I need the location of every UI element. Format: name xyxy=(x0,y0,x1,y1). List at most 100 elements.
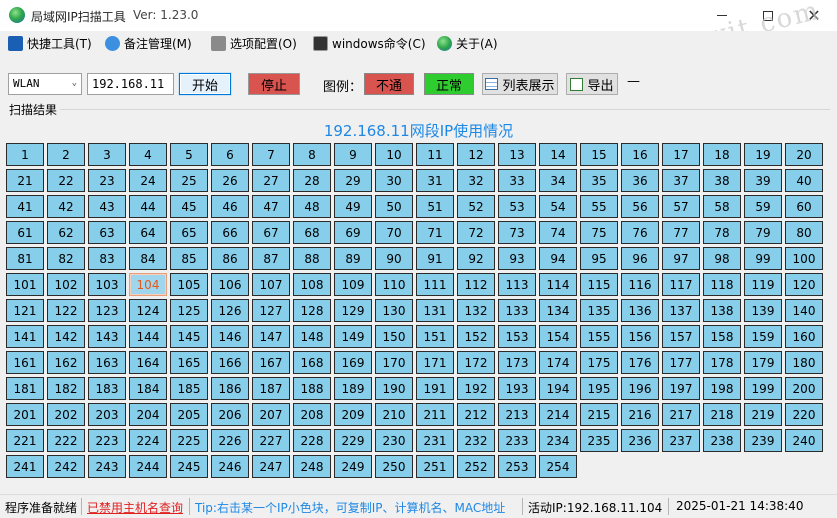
ip-cell[interactable]: 105 xyxy=(170,273,208,296)
ip-cell[interactable]: 239 xyxy=(744,429,782,452)
ip-cell[interactable]: 241 xyxy=(6,455,44,478)
ip-cell[interactable]: 172 xyxy=(457,351,495,374)
ip-cell[interactable]: 134 xyxy=(539,299,577,322)
ip-cell[interactable]: 12 xyxy=(457,143,495,166)
ip-cell[interactable]: 235 xyxy=(580,429,618,452)
ip-cell[interactable]: 79 xyxy=(744,221,782,244)
ip-cell[interactable]: 193 xyxy=(498,377,536,400)
ip-cell[interactable]: 223 xyxy=(88,429,126,452)
ip-cell[interactable]: 161 xyxy=(6,351,44,374)
ip-cell[interactable]: 121 xyxy=(6,299,44,322)
ip-cell[interactable]: 174 xyxy=(539,351,577,374)
ip-cell[interactable]: 157 xyxy=(662,325,700,348)
ip-cell[interactable]: 98 xyxy=(703,247,741,270)
ip-cell[interactable]: 251 xyxy=(416,455,454,478)
ip-cell[interactable]: 243 xyxy=(88,455,126,478)
ip-cell[interactable]: 194 xyxy=(539,377,577,400)
ip-cell[interactable]: 196 xyxy=(621,377,659,400)
ip-cell[interactable]: 133 xyxy=(498,299,536,322)
ip-cell[interactable]: 140 xyxy=(785,299,823,322)
ip-cell[interactable]: 87 xyxy=(252,247,290,270)
ip-cell[interactable]: 45 xyxy=(170,195,208,218)
ip-cell[interactable]: 247 xyxy=(252,455,290,478)
ip-cell[interactable]: 36 xyxy=(621,169,659,192)
ip-cell[interactable]: 203 xyxy=(88,403,126,426)
ip-cell[interactable]: 182 xyxy=(47,377,85,400)
ip-cell[interactable]: 170 xyxy=(375,351,413,374)
ip-cell[interactable]: 123 xyxy=(88,299,126,322)
ip-cell[interactable]: 166 xyxy=(211,351,249,374)
network-interface-select[interactable]: WLAN ⌄ xyxy=(8,73,82,95)
ip-cell[interactable]: 21 xyxy=(6,169,44,192)
ip-cell[interactable]: 128 xyxy=(293,299,331,322)
ip-cell[interactable]: 124 xyxy=(129,299,167,322)
ip-cell[interactable]: 231 xyxy=(416,429,454,452)
ip-cell[interactable]: 252 xyxy=(457,455,495,478)
ip-cell[interactable]: 214 xyxy=(539,403,577,426)
ip-cell[interactable]: 32 xyxy=(457,169,495,192)
ip-cell[interactable]: 158 xyxy=(703,325,741,348)
ip-cell[interactable]: 162 xyxy=(47,351,85,374)
ip-cell[interactable]: 195 xyxy=(580,377,618,400)
ip-cell[interactable]: 208 xyxy=(293,403,331,426)
ip-cell[interactable]: 163 xyxy=(88,351,126,374)
ip-cell[interactable]: 54 xyxy=(539,195,577,218)
ip-cell[interactable]: 33 xyxy=(498,169,536,192)
ip-cell[interactable]: 94 xyxy=(539,247,577,270)
ip-cell[interactable]: 6 xyxy=(211,143,249,166)
list-view-button[interactable]: 列表展示 xyxy=(482,73,558,95)
ip-cell[interactable]: 70 xyxy=(375,221,413,244)
ip-cell[interactable]: 248 xyxy=(293,455,331,478)
ip-cell[interactable]: 5 xyxy=(170,143,208,166)
ip-cell[interactable]: 30 xyxy=(375,169,413,192)
ip-cell[interactable]: 31 xyxy=(416,169,454,192)
ip-cell[interactable]: 138 xyxy=(703,299,741,322)
ip-cell[interactable]: 93 xyxy=(498,247,536,270)
ip-cell[interactable]: 117 xyxy=(662,273,700,296)
ip-cell[interactable]: 226 xyxy=(211,429,249,452)
ip-cell[interactable]: 78 xyxy=(703,221,741,244)
ip-cell[interactable]: 96 xyxy=(621,247,659,270)
ip-cell[interactable]: 28 xyxy=(293,169,331,192)
ip-cell[interactable]: 116 xyxy=(621,273,659,296)
ip-cell[interactable]: 118 xyxy=(703,273,741,296)
ip-cell[interactable]: 88 xyxy=(293,247,331,270)
ip-cell[interactable]: 73 xyxy=(498,221,536,244)
ip-cell[interactable]: 51 xyxy=(416,195,454,218)
ip-cell[interactable]: 146 xyxy=(211,325,249,348)
ip-cell[interactable]: 4 xyxy=(129,143,167,166)
ip-cell[interactable]: 53 xyxy=(498,195,536,218)
ip-cell[interactable]: 35 xyxy=(580,169,618,192)
ip-cell[interactable]: 232 xyxy=(457,429,495,452)
ip-cell[interactable]: 218 xyxy=(703,403,741,426)
ip-cell[interactable]: 49 xyxy=(334,195,372,218)
ip-cell[interactable]: 198 xyxy=(703,377,741,400)
ip-cell[interactable]: 152 xyxy=(457,325,495,348)
ip-cell[interactable]: 110 xyxy=(375,273,413,296)
ip-cell[interactable]: 228 xyxy=(293,429,331,452)
ip-cell[interactable]: 131 xyxy=(416,299,454,322)
ip-cell[interactable]: 159 xyxy=(744,325,782,348)
ip-cell[interactable]: 216 xyxy=(621,403,659,426)
ip-cell[interactable]: 84 xyxy=(129,247,167,270)
ip-cell[interactable]: 59 xyxy=(744,195,782,218)
ip-cell[interactable]: 74 xyxy=(539,221,577,244)
ip-cell[interactable]: 75 xyxy=(580,221,618,244)
ip-cell[interactable]: 56 xyxy=(621,195,659,218)
ip-cell[interactable]: 2 xyxy=(47,143,85,166)
ip-cell[interactable]: 7 xyxy=(252,143,290,166)
ip-cell[interactable]: 204 xyxy=(129,403,167,426)
ip-cell[interactable]: 38 xyxy=(703,169,741,192)
ip-cell[interactable]: 190 xyxy=(375,377,413,400)
ip-cell[interactable]: 181 xyxy=(6,377,44,400)
export-button[interactable]: 导出 xyxy=(566,73,618,95)
ip-cell[interactable]: 142 xyxy=(47,325,85,348)
ip-cell[interactable]: 186 xyxy=(211,377,249,400)
ip-cell[interactable]: 27 xyxy=(252,169,290,192)
ip-cell[interactable]: 236 xyxy=(621,429,659,452)
ip-cell[interactable]: 234 xyxy=(539,429,577,452)
ip-cell[interactable]: 151 xyxy=(416,325,454,348)
ip-cell[interactable]: 19 xyxy=(744,143,782,166)
ip-cell[interactable]: 48 xyxy=(293,195,331,218)
ip-cell[interactable]: 171 xyxy=(416,351,454,374)
